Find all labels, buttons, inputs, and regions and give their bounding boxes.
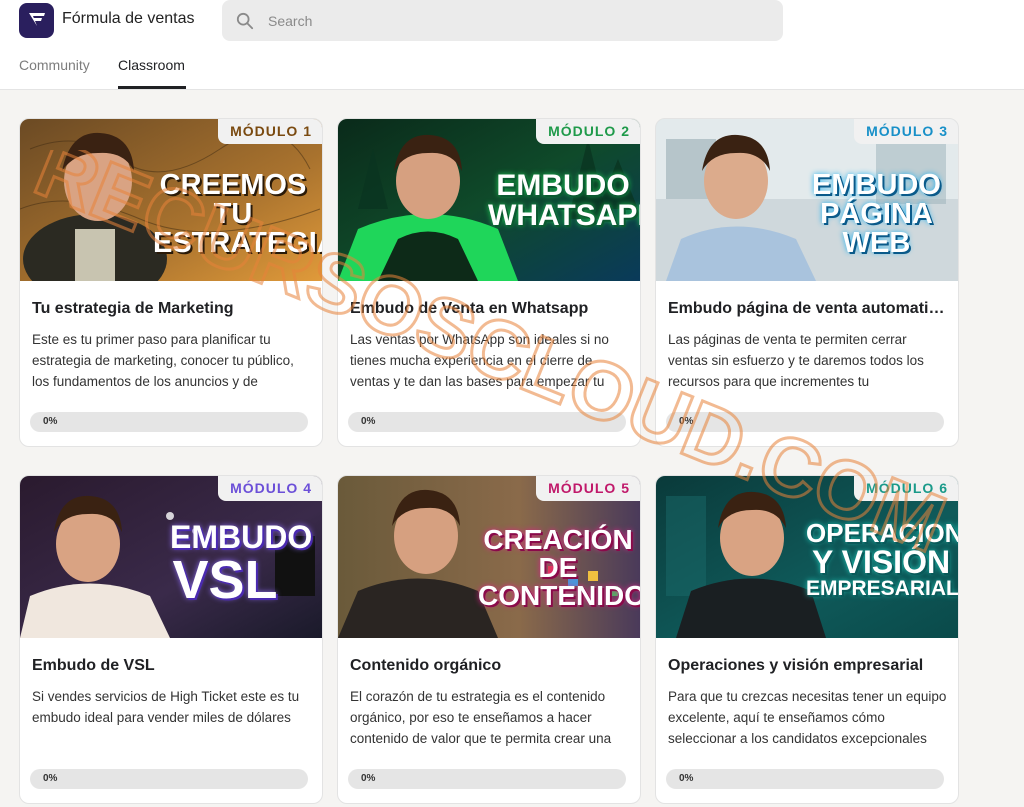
module-badge: MÓDULO 5 bbox=[536, 476, 640, 501]
search-input[interactable] bbox=[268, 12, 748, 29]
thumbnail-headline: EMBUDO PÁGINA WEB bbox=[812, 169, 941, 259]
course-thumbnail: OPERACIONESY VISIÓNEMPRESARIAL MÓDULO 6 bbox=[656, 476, 958, 638]
progress-bar: 0% bbox=[666, 412, 944, 432]
course-description: Este es tu primer paso para planificar t… bbox=[32, 332, 294, 389]
course-card-4[interactable]: EMBUDO VSL MÓDULO 4 Embudo de VSL Si vend… bbox=[19, 475, 323, 804]
module-badge: MÓDULO 6 bbox=[854, 476, 958, 501]
search-icon bbox=[236, 12, 254, 29]
progress-bar: 0% bbox=[348, 412, 626, 432]
course-thumbnail: EMBUDO VSL MÓDULO 4 bbox=[20, 476, 322, 638]
course-title[interactable]: Contenido orgánico bbox=[350, 657, 630, 675]
course-description: El corazón de tu estrategia es el conten… bbox=[350, 689, 612, 746]
thumbnail-headline: CREEMOS TU ESTRATEGIA bbox=[153, 169, 322, 259]
active-tab-indicator bbox=[118, 86, 186, 89]
course-description: Las páginas de venta te permiten cerrar … bbox=[668, 332, 924, 389]
course-thumbnail: EMBUDO PÁGINA WEB MÓDULO 3 bbox=[656, 119, 958, 281]
progress-label: 0% bbox=[679, 416, 694, 427]
top-bar: Fórmula de ventas Community Classroom bbox=[0, 0, 1024, 90]
course-title[interactable]: Embudo de Venta en Whatsapp bbox=[350, 300, 630, 318]
progress-label: 0% bbox=[43, 416, 58, 427]
course-title[interactable]: Embudo de VSL bbox=[32, 657, 312, 675]
course-card-2[interactable]: EMBUDOWHATSAPP MÓDULO 2 Embudo de Venta … bbox=[337, 118, 641, 447]
app-title[interactable]: Fórmula de ventas bbox=[62, 10, 195, 28]
course-thumbnail: EMBUDOWHATSAPP MÓDULO 2 bbox=[338, 119, 640, 281]
module-badge: MÓDULO 1 bbox=[218, 119, 322, 144]
module-badge: MÓDULO 4 bbox=[218, 476, 322, 501]
module-badge: MÓDULO 3 bbox=[854, 119, 958, 144]
logo-mark-icon bbox=[28, 12, 45, 26]
progress-bar: 0% bbox=[666, 769, 944, 789]
tab-classroom[interactable]: Classroom bbox=[118, 57, 185, 73]
progress-label: 0% bbox=[43, 773, 58, 784]
course-description: Si vendes servicios de High Ticket este … bbox=[32, 689, 300, 725]
course-card-1[interactable]: CREEMOS TU ESTRATEGIA MÓDULO 1 Tu estrate… bbox=[19, 118, 323, 447]
search-bar[interactable] bbox=[222, 0, 783, 41]
course-title[interactable]: Tu estrategia de Marketing bbox=[32, 300, 312, 318]
thumbnail-headline: EMBUDOWHATSAPP bbox=[488, 169, 640, 232]
course-title[interactable]: Embudo página de venta automatizada bbox=[668, 300, 948, 318]
thumbnail-headline: EMBUDO VSL bbox=[170, 519, 313, 610]
thumbnail-headline: OPERACIONESY VISIÓNEMPRESARIAL bbox=[806, 518, 958, 600]
course-title[interactable]: Operaciones y visión empresarial bbox=[668, 657, 948, 675]
progress-label: 0% bbox=[679, 773, 694, 784]
thumbnail-headline: CREACIÓN DE CONTENIDO bbox=[478, 524, 640, 611]
course-card-6[interactable]: OPERACIONESY VISIÓNEMPRESARIAL MÓDULO 6 … bbox=[655, 475, 959, 804]
course-thumbnail: CREACIÓN DE CONTENIDO MÓDULO 5 bbox=[338, 476, 640, 638]
course-description: Las ventas por WhatsApp son ideales si n… bbox=[350, 332, 609, 389]
course-thumbnail: CREEMOS TU ESTRATEGIA MÓDULO 1 bbox=[20, 119, 322, 281]
progress-bar: 0% bbox=[348, 769, 626, 789]
progress-bar: 0% bbox=[30, 769, 308, 789]
course-card-3[interactable]: EMBUDO PÁGINA WEB MÓDULO 3 Embudo página … bbox=[655, 118, 959, 447]
module-badge: MÓDULO 2 bbox=[536, 119, 640, 144]
progress-label: 0% bbox=[361, 416, 376, 427]
progress-label: 0% bbox=[361, 773, 376, 784]
course-card-5[interactable]: CREACIÓN DE CONTENIDO MÓDULO 5 Contenido … bbox=[337, 475, 641, 804]
progress-bar: 0% bbox=[30, 412, 308, 432]
app-logo-icon[interactable] bbox=[19, 3, 54, 38]
course-description: Para que tu crezcas necesitas tener un e… bbox=[668, 689, 947, 746]
tab-community[interactable]: Community bbox=[19, 57, 90, 73]
